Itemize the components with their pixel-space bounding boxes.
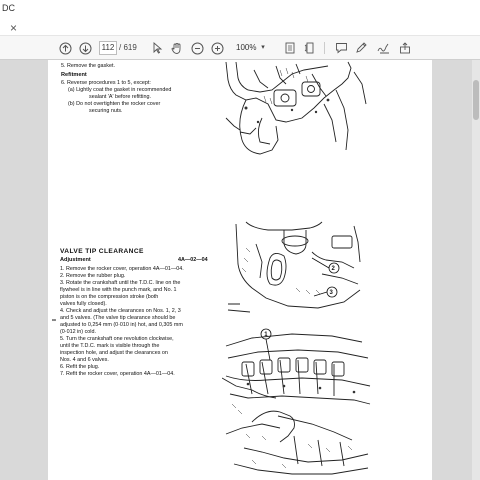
figure-label-1: 1 <box>264 332 268 338</box>
previous-page-up-arrow-icon[interactable] <box>57 40 73 56</box>
valve-step-line: and 5 valves. (The valve tip clearance s… <box>60 315 176 321</box>
zoom-out-icon[interactable] <box>189 40 205 56</box>
valve-step-line: inspection hole, and adjust the clearanc… <box>60 350 168 356</box>
step-6b-line-2: securing nuts. <box>89 108 123 114</box>
comment-icon[interactable] <box>333 40 349 56</box>
toolbar-separator <box>324 42 325 54</box>
operation-code: 4A—02—04 <box>178 257 208 263</box>
chevron-down-icon[interactable]: ▾ <box>258 40 268 56</box>
valve-step-line: 5. Turn the crankshaft one revolution cl… <box>60 336 174 342</box>
menu-bar: × <box>0 20 480 36</box>
valve-step-line: 3. Rotate the crankshaft until the T.D.C… <box>60 280 181 286</box>
margin-marker: ** <box>52 319 56 325</box>
document-viewport[interactable]: 5. Remove the gasket. Refitment 6. Rever… <box>0 60 480 480</box>
step-6b-line-1: (b) Do not overtighten the rocker cover <box>68 101 161 107</box>
valve-step-line: piston is on the compression stroke (bot… <box>60 294 159 300</box>
adjustment-subheading: Adjustment <box>60 257 91 263</box>
pdf-page: 5. Remove the gasket. Refitment 6. Rever… <box>48 60 432 480</box>
figure-label-3: 3 <box>330 290 334 296</box>
next-page-down-arrow-icon[interactable] <box>77 40 93 56</box>
valve-step-line: 7. Refit the rocker cover, operation 4A—… <box>60 371 175 377</box>
pen-icon[interactable] <box>353 40 369 56</box>
valve-step-line: valves fully closed). <box>60 301 107 307</box>
valve-step-line: 1. Remove the rocker cover, operation 4A… <box>60 266 184 272</box>
refitment-heading: Refitment <box>61 72 87 78</box>
valve-step-line: adjusted to 0,254 mm (0·010 in) hot, and… <box>60 322 183 328</box>
title-bar: DC <box>0 0 480 20</box>
valve-step-line: flywheel is in line with the punch mark,… <box>60 287 177 293</box>
flywheel-inspection-figure: 2 3 <box>227 221 361 313</box>
step-6a-line-1: (a) Lightly coat the gasket in recommend… <box>68 87 172 93</box>
valve-step-line: 6. Refit the plug. <box>60 364 100 370</box>
valve-step-line: 4. Check and adjust the clearances on No… <box>60 308 181 314</box>
valve-step-line: (0·012 in) cold. <box>60 329 96 335</box>
zoom-level-dropdown[interactable]: 100% <box>236 43 256 53</box>
step-6-text: 6. Reverse procedures 1 to 5, except: <box>61 80 151 86</box>
toolbar: 112 / 619 100% ▾ <box>0 36 480 60</box>
sign-icon[interactable] <box>375 40 391 56</box>
zoom-in-icon[interactable] <box>209 40 225 56</box>
close-tab-icon[interactable]: × <box>10 21 17 35</box>
valve-step-line: 2. Remove the rubber plug. <box>60 273 126 279</box>
fit-page-icon[interactable] <box>282 40 298 56</box>
vertical-scrollbar[interactable] <box>472 60 480 480</box>
select-cursor-icon[interactable] <box>149 40 165 56</box>
scrollbar-thumb[interactable] <box>473 80 479 120</box>
share-icon[interactable] <box>397 40 413 56</box>
rocker-cover-figure <box>225 61 367 155</box>
page-scroll-icon[interactable] <box>302 40 318 56</box>
step-6a-line-2: sealant 'A' before refitting. <box>89 94 151 100</box>
valve-step-line: Nos. 4 and 6 valves. <box>60 357 109 363</box>
hand-tool-icon[interactable] <box>169 40 185 56</box>
step-5-text: 5. Remove the gasket. <box>61 63 115 69</box>
valve-step-line: until the T.D.C. mark is visible through… <box>60 343 160 349</box>
valve-adjustment-figure: 1 <box>222 328 371 475</box>
page-total-label: / 619 <box>119 43 137 52</box>
window-title: DC <box>2 3 15 13</box>
figure-label-2: 2 <box>332 266 336 272</box>
valve-tip-clearance-heading: VALVE TIP CLEARANCE <box>60 248 144 255</box>
pdf-viewer-window: DC × 112 / 619 100% ▾ 5. Remove the gask… <box>0 0 480 480</box>
page-number-input[interactable]: 112 <box>99 41 117 55</box>
